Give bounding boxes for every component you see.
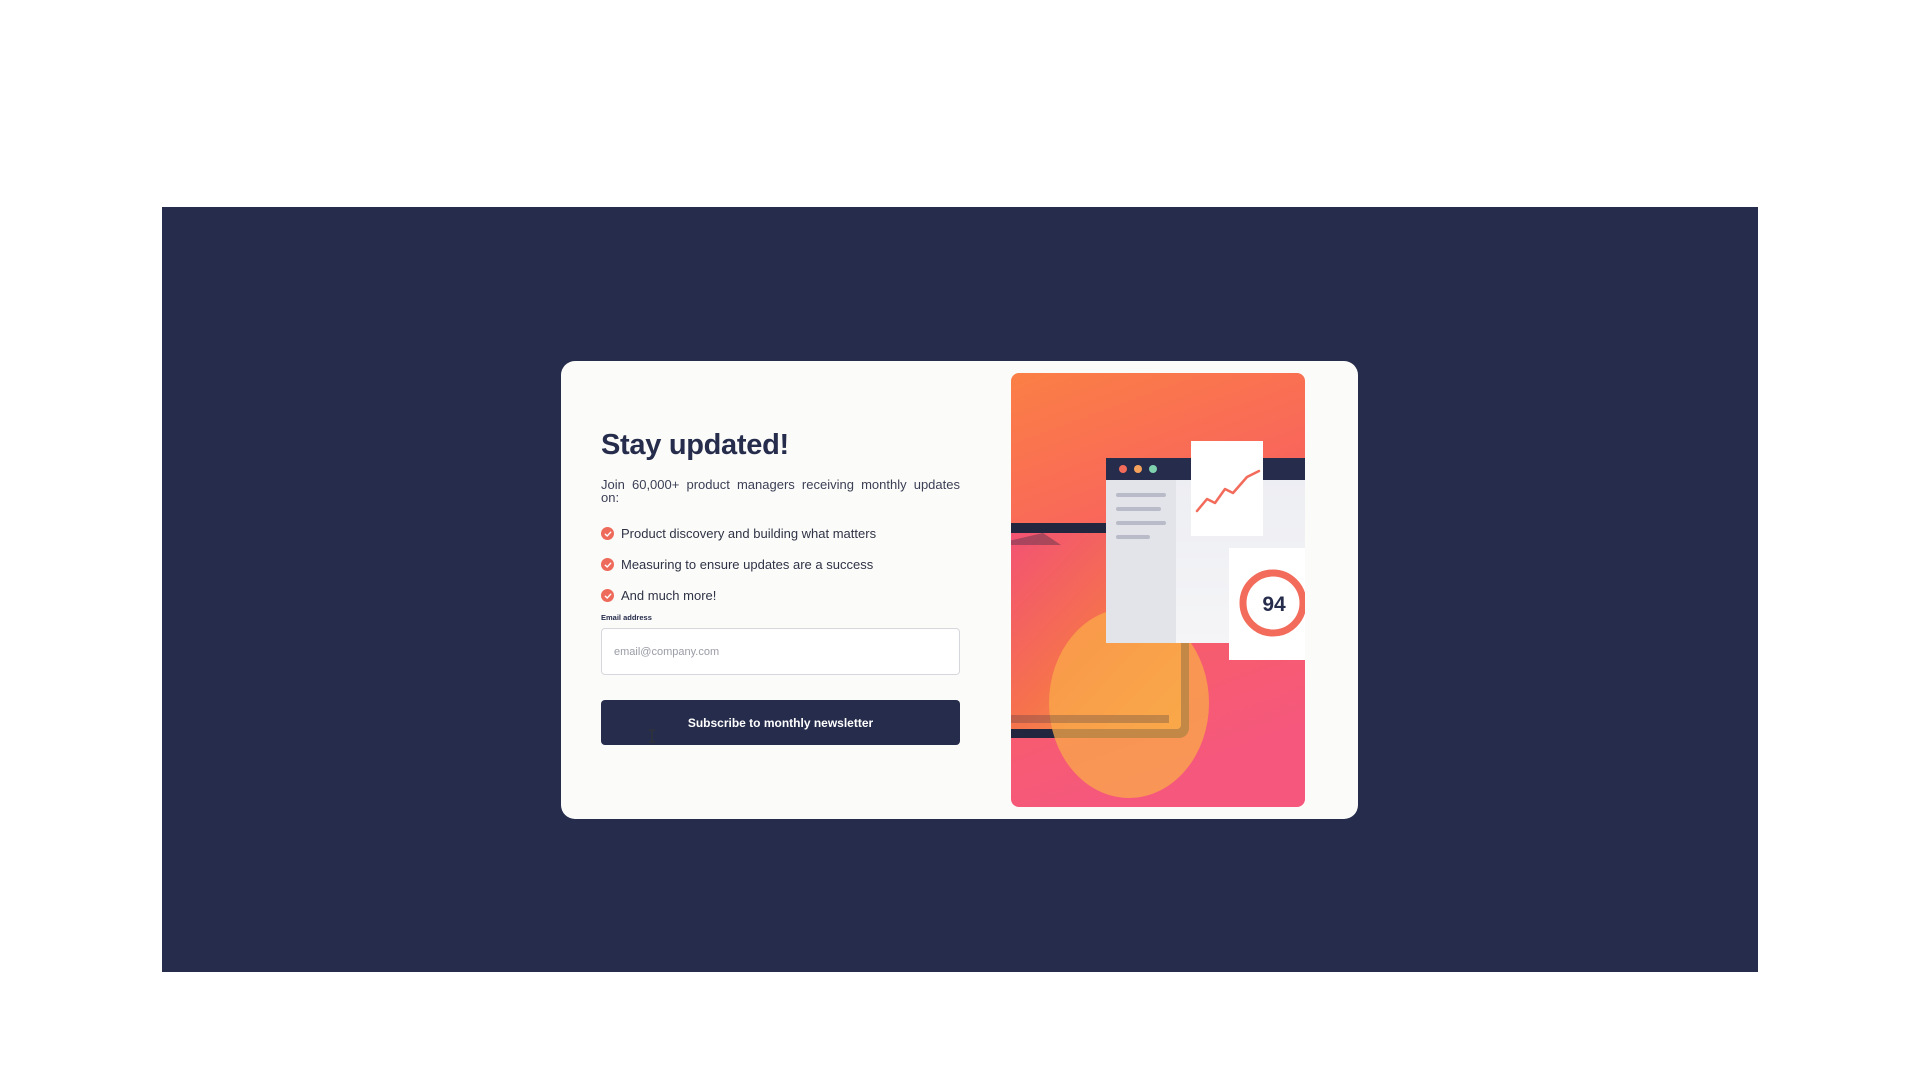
window-dot	[1134, 465, 1142, 473]
benefits-list: Product discovery and building what matt…	[601, 518, 960, 611]
list-item-label: And much more!	[621, 588, 717, 603]
check-icon	[601, 589, 614, 602]
window-dot	[1149, 465, 1157, 473]
newsletter-card: Stay updated! Join 60,000+ product manag…	[561, 361, 1358, 819]
email-label: Email address	[601, 613, 652, 622]
list-item-label: Product discovery and building what matt…	[621, 526, 877, 541]
page-title: Stay updated!	[601, 429, 789, 461]
trend-chart-card	[1191, 441, 1263, 536]
newsletter-form: Stay updated! Join 60,000+ product manag…	[601, 429, 960, 745]
list-item-label: Measuring to ensure updates are a succes…	[621, 557, 874, 572]
score-value: 94	[1262, 593, 1286, 616]
list-item: Measuring to ensure updates are a succes…	[601, 549, 960, 580]
dashboard-illustration: 94	[1011, 373, 1305, 807]
text-cursor-icon	[649, 729, 655, 743]
email-field[interactable]	[601, 628, 960, 675]
check-icon	[601, 527, 614, 540]
score-card: 94	[1229, 548, 1305, 660]
check-icon	[601, 558, 614, 571]
window-dot	[1119, 465, 1127, 473]
intro-text: Join 60,000+ product managers receiving …	[601, 477, 960, 505]
hero-illustration: 94	[1011, 373, 1305, 807]
page-background: Stay updated! Join 60,000+ product manag…	[162, 207, 1758, 972]
list-item: Product discovery and building what matt…	[601, 518, 960, 549]
list-item: And much more!	[601, 580, 960, 611]
